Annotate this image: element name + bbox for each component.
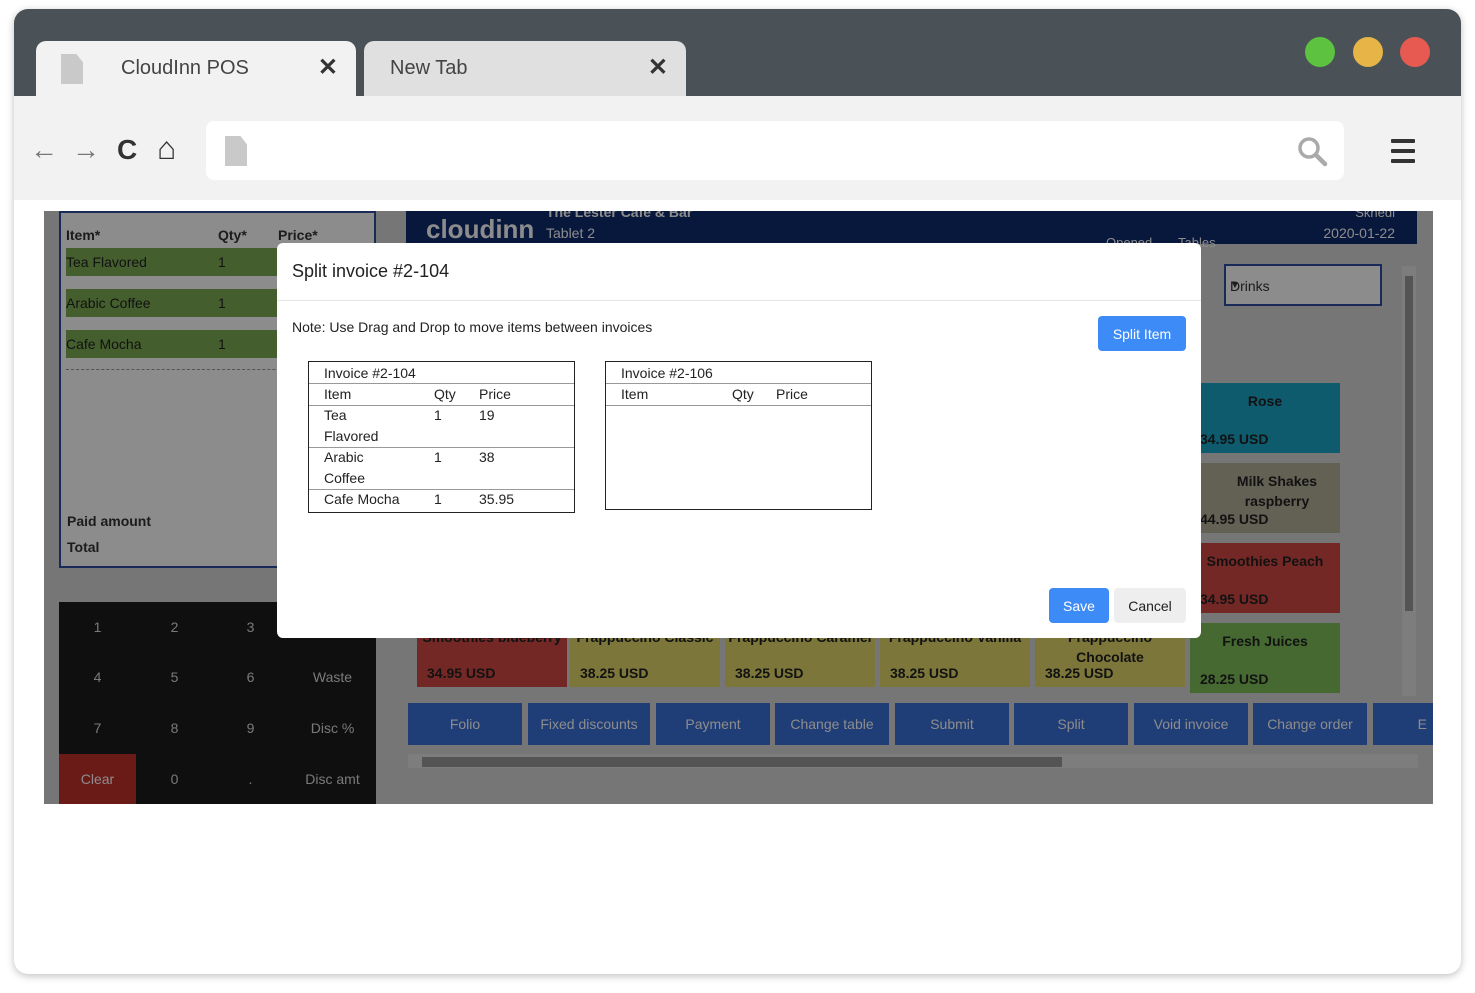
home-icon[interactable]: ⌂: [157, 132, 176, 164]
close-tab-icon[interactable]: ✕: [648, 53, 668, 82]
invoice-title: Invoice #2-106: [621, 365, 713, 381]
split-item-button[interactable]: Split Item: [1098, 316, 1186, 351]
address-bar[interactable]: [206, 121, 1344, 180]
tab-bar: CloudInn POS ✕ New Tab ✕: [14, 9, 1461, 96]
invoice-title: Invoice #2-104: [324, 365, 416, 381]
invoice-item-qty: 1: [434, 449, 442, 465]
column-header-qty: Qty: [732, 386, 754, 402]
back-arrow-icon[interactable]: ←: [30, 136, 58, 164]
dialog-note: Note: Use Drag and Drop to move items be…: [292, 319, 653, 335]
invoice-item-name[interactable]: Arabic Coffee: [324, 447, 404, 489]
window-maximize-dot[interactable]: [1305, 37, 1335, 67]
invoice-item-price: 19: [479, 407, 495, 423]
column-header-price: Price: [479, 386, 511, 402]
column-header-qty: Qty: [434, 386, 456, 402]
reload-icon[interactable]: C: [117, 136, 137, 164]
tab-title: CloudInn POS: [121, 57, 249, 79]
page-icon: [61, 54, 83, 84]
browser-toolbar: ← → C ⌂: [14, 96, 1461, 200]
column-header-price: Price: [776, 386, 808, 402]
invoice-item-name[interactable]: Tea Flavored: [324, 405, 404, 447]
close-tab-icon[interactable]: ✕: [318, 53, 338, 82]
column-header-item: Item: [324, 386, 352, 402]
hamburger-menu-icon[interactable]: [1391, 139, 1415, 169]
window-close-dot[interactable]: [1400, 37, 1430, 67]
invoice-item-name[interactable]: Cafe Mocha: [324, 489, 399, 510]
invoice-2-106-table[interactable]: Invoice #2-106 Item Qty Price: [605, 361, 872, 510]
invoice-item-price: 35.95: [479, 491, 515, 507]
save-button[interactable]: Save: [1049, 588, 1109, 623]
invoice-item-price: 38: [479, 449, 495, 465]
column-header-item: Item: [621, 386, 649, 402]
invoice-item-qty: 1: [434, 407, 442, 423]
tab-title: New Tab: [390, 57, 468, 79]
tab-cloudinn-pos[interactable]: CloudInn POS ✕: [36, 41, 356, 96]
dialog-title: Split invoice #2-104: [292, 261, 450, 281]
invoice-2-104-table[interactable]: Invoice #2-104 Item Qty Price Tea Flavor…: [308, 361, 575, 513]
invoice-item-qty: 1: [434, 491, 442, 507]
split-invoice-dialog: Split invoice #2-104 Note: Use Drag and …: [277, 243, 1201, 638]
forward-arrow-icon[interactable]: →: [72, 136, 100, 164]
page-icon: [225, 136, 247, 166]
search-icon[interactable]: [1296, 135, 1328, 167]
tab-new-tab[interactable]: New Tab ✕: [364, 41, 686, 96]
window-minimize-dot[interactable]: [1353, 37, 1383, 67]
cancel-button[interactable]: Cancel: [1114, 588, 1186, 623]
dialog-divider: [277, 300, 1201, 301]
